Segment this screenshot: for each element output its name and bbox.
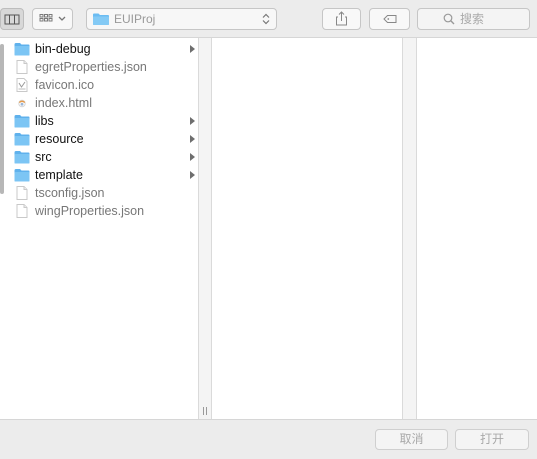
disclosure-arrow-icon <box>190 45 195 53</box>
html-file-icon <box>18 99 26 108</box>
disclosure-arrow-icon <box>190 135 195 143</box>
scrollbar[interactable] <box>0 38 5 198</box>
document-icon <box>16 60 28 74</box>
file-name: index.html <box>35 96 92 110</box>
columns-view-icon <box>4 14 20 25</box>
file-row[interactable]: index.html <box>7 94 198 112</box>
share-icon <box>336 11 347 26</box>
column-divider[interactable] <box>402 38 417 419</box>
image-file-icon <box>16 78 28 92</box>
file-name: favicon.ico <box>35 78 95 92</box>
file-name: resource <box>35 132 84 146</box>
open-button[interactable]: 打开 <box>455 429 529 450</box>
file-column: bin-debug egretProperties.json favicon.ico… <box>7 38 198 419</box>
folder-icon <box>14 169 30 182</box>
column-resize-handle[interactable] <box>203 407 209 415</box>
file-row[interactable]: wingProperties.json <box>7 202 198 220</box>
file-open-dialog: EUIProj 搜索 bin-debug egretProperties.jso… <box>0 0 537 459</box>
folder-icon <box>14 43 30 56</box>
file-row[interactable]: resource <box>7 130 198 148</box>
empty-column <box>212 38 402 419</box>
folder-icon <box>93 13 109 25</box>
view-options-button[interactable] <box>32 8 73 30</box>
columns-view-button[interactable] <box>0 8 24 30</box>
folder-icon <box>14 151 30 164</box>
scrollbar-thumb[interactable] <box>0 44 4 194</box>
file-name: egretProperties.json <box>35 60 147 74</box>
cancel-button[interactable]: 取消 <box>375 429 448 450</box>
grid-icon <box>39 14 66 22</box>
file-row[interactable]: libs <box>7 112 198 130</box>
file-name: src <box>35 150 52 164</box>
file-row[interactable]: favicon.ico <box>7 76 198 94</box>
toolbar: EUIProj 搜索 <box>0 0 537 38</box>
file-row[interactable]: src <box>7 148 198 166</box>
disclosure-arrow-icon <box>190 153 195 161</box>
column-divider[interactable] <box>198 38 212 419</box>
file-name: wingProperties.json <box>35 204 145 218</box>
chevron-down-icon <box>58 16 66 21</box>
path-label: EUIProj <box>114 12 156 26</box>
file-name: tsconfig.json <box>35 186 105 200</box>
file-row[interactable]: template <box>7 166 198 184</box>
file-row[interactable]: tsconfig.json <box>7 184 198 202</box>
column-browser: bin-debug egretProperties.json favicon.ico… <box>0 38 537 419</box>
tag-button[interactable] <box>369 8 410 30</box>
dialog-footer: 取消 打开 <box>0 419 537 459</box>
updown-chevron-icon <box>262 13 270 25</box>
path-popup[interactable]: EUIProj <box>86 8 277 30</box>
tag-icon <box>383 15 397 23</box>
file-name: bin-debug <box>35 42 91 56</box>
search-icon <box>443 13 455 25</box>
file-row[interactable]: egretProperties.json <box>7 58 198 76</box>
disclosure-arrow-icon <box>190 171 195 179</box>
document-icon <box>16 204 28 218</box>
folder-icon <box>14 133 30 146</box>
document-icon <box>16 186 28 200</box>
disclosure-arrow-icon <box>190 117 195 125</box>
file-row[interactable]: bin-debug <box>7 40 198 58</box>
file-name: libs <box>35 114 54 128</box>
empty-column <box>417 38 537 419</box>
search-placeholder: 搜索 <box>460 12 485 26</box>
search-field[interactable]: 搜索 <box>417 8 530 30</box>
file-name: template <box>35 168 83 182</box>
share-button[interactable] <box>322 8 361 30</box>
folder-icon <box>14 115 30 128</box>
